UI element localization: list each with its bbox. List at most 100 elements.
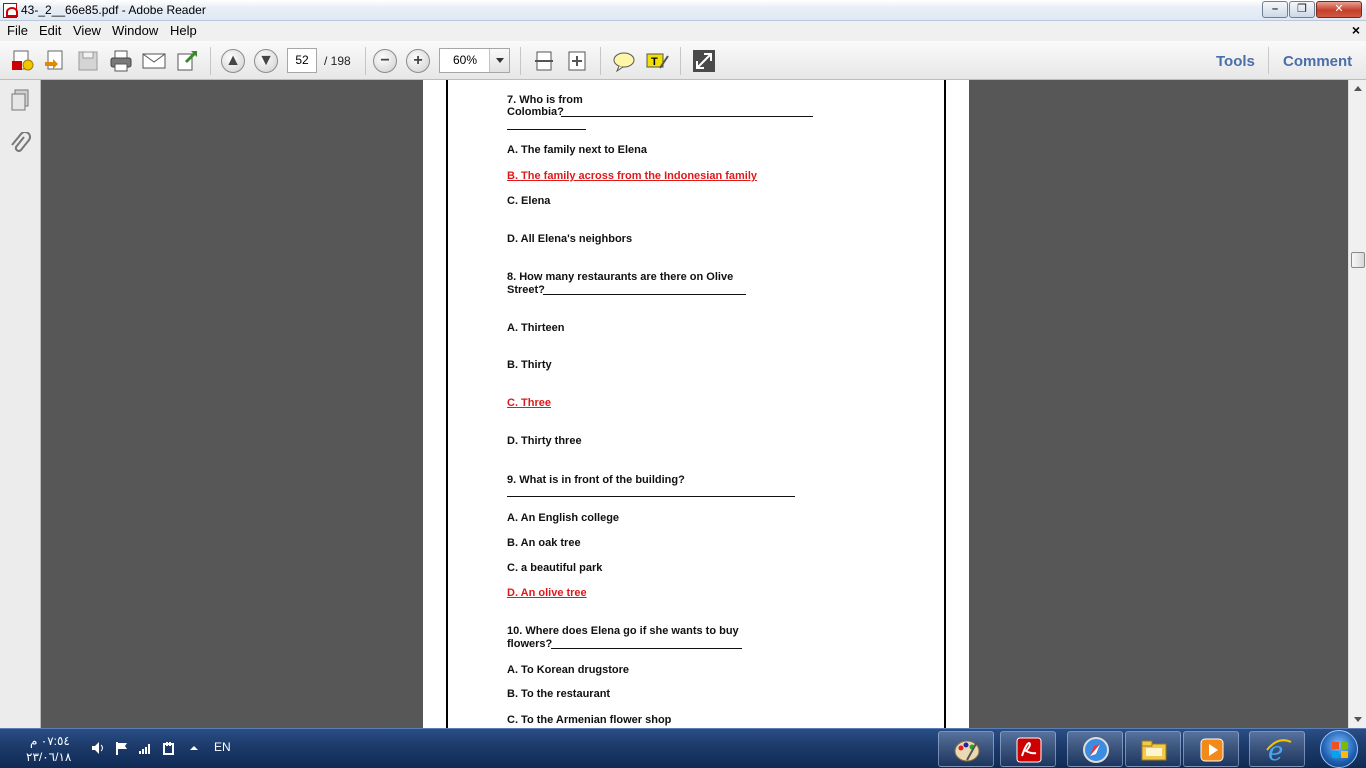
- print-icon[interactable]: [108, 48, 134, 74]
- q9-option-b: B. An oak tree: [507, 537, 581, 549]
- window-title: 43-_2__66e85.pdf - Adobe Reader: [21, 3, 206, 17]
- svg-text:T: T: [651, 56, 658, 68]
- answer-blank: [507, 496, 795, 497]
- maximize-button[interactable]: ❐: [1289, 1, 1315, 18]
- power-icon[interactable]: [162, 741, 176, 755]
- page-number-input[interactable]: 52: [287, 48, 317, 73]
- full-screen-icon[interactable]: [691, 48, 717, 74]
- taskbar-app-safari[interactable]: [1067, 731, 1123, 767]
- menu-file[interactable]: File: [7, 23, 28, 38]
- minimize-button[interactable]: –: [1262, 1, 1288, 18]
- taskbar-app-media-player[interactable]: [1183, 731, 1239, 767]
- taskbar-app-internet-explorer[interactable]: e: [1249, 731, 1305, 767]
- comment-pane-button[interactable]: Comment: [1283, 53, 1352, 70]
- edit-pdf-icon[interactable]: [42, 48, 68, 74]
- menu-help[interactable]: Help: [170, 23, 197, 38]
- zoom-in-icon[interactable]: +: [406, 49, 430, 73]
- menu-window[interactable]: Window: [112, 23, 158, 38]
- taskbar: ٠٧:٥٤ م ٢٣/٠٦/١٨ EN e: [0, 728, 1366, 768]
- adobe-reader-icon: [1016, 737, 1042, 763]
- q8-option-d: D. Thirty three: [507, 435, 582, 447]
- page-border: [944, 80, 946, 728]
- page-border: [446, 80, 448, 728]
- vertical-scrollbar[interactable]: [1348, 80, 1366, 728]
- network-signal-icon[interactable]: [138, 741, 152, 755]
- internet-explorer-icon: e: [1266, 737, 1292, 764]
- menu-view[interactable]: View: [73, 23, 101, 38]
- question-7-text-cont: Colombia?: [507, 106, 564, 118]
- prev-page-icon[interactable]: ▲: [221, 49, 245, 73]
- menu-bar: File Edit View Window Help ×: [0, 21, 1366, 41]
- toolbar-separator: [210, 47, 211, 75]
- taskbar-app-adobe-reader[interactable]: [1000, 731, 1056, 767]
- toolbar-separator: [365, 47, 366, 75]
- clock-time[interactable]: ٠٧:٥٤ م: [30, 734, 70, 748]
- windows-logo-icon: [1332, 742, 1348, 758]
- q10-option-c: C. To the Armenian flower shop: [507, 714, 672, 726]
- create-pdf-icon[interactable]: [9, 48, 35, 74]
- page-total: / 198: [324, 54, 351, 68]
- paint-icon: [954, 740, 980, 762]
- q9-option-d-correct: D. An olive tree: [507, 587, 587, 599]
- close-button[interactable]: ✕: [1316, 1, 1362, 18]
- taskbar-app-paint[interactable]: [938, 731, 994, 767]
- email-icon[interactable]: [141, 48, 167, 74]
- q8-option-a: A. Thirteen: [507, 322, 565, 334]
- question-9-text: 9. What is in front of the building?: [507, 474, 685, 486]
- q7-option-a: A. The family next to Elena: [507, 144, 647, 156]
- answer-blank: [543, 294, 746, 295]
- title-bar: 43-_2__66e85.pdf - Adobe Reader – ❐ ✕: [0, 0, 1366, 21]
- question-10-text-cont: flowers?: [507, 638, 553, 650]
- taskbar-app-file-explorer[interactable]: [1125, 731, 1181, 767]
- document-viewport[interactable]: 7. Who is from Colombia? A. The family n…: [41, 80, 1348, 728]
- pdf-page: 7. Who is from Colombia? A. The family n…: [423, 80, 969, 728]
- action-center-flag-icon[interactable]: [115, 741, 129, 755]
- q10-option-a: A. To Korean drugstore: [507, 664, 630, 676]
- scrollbar-thumb[interactable]: [1351, 252, 1365, 268]
- q7-option-d: D. All Elena's neighbors: [507, 233, 633, 245]
- zoom-out-icon[interactable]: −: [373, 49, 397, 73]
- attachments-icon[interactable]: [9, 131, 31, 156]
- menu-edit[interactable]: Edit: [39, 23, 61, 38]
- toolbar-separator: [520, 47, 521, 75]
- show-hidden-icons-icon[interactable]: [187, 741, 201, 755]
- language-indicator[interactable]: EN: [214, 740, 231, 754]
- chevron-down-icon[interactable]: [489, 49, 509, 72]
- q9-option-a: A. An English college: [507, 512, 620, 524]
- scroll-down-icon[interactable]: [1354, 717, 1362, 722]
- page-thumbnails-icon[interactable]: [9, 88, 31, 112]
- q7-option-b-correct: B. The family across from the Indonesian…: [507, 170, 758, 182]
- close-document-button[interactable]: ×: [1352, 22, 1360, 38]
- toolbar: ▲ ▼ − + T: [0, 41, 1366, 80]
- q7-option-c: C. Elena: [507, 195, 551, 207]
- export-icon[interactable]: [174, 48, 200, 74]
- highlight-icon[interactable]: T: [644, 48, 670, 74]
- question-8-text: 8. How many restaurants are there on Oli…: [507, 271, 734, 283]
- question-8-text-cont: Street?: [507, 284, 545, 296]
- navigation-pane: [0, 80, 41, 728]
- q10-option-b: B. To the restaurant: [507, 688, 611, 700]
- toolbar-separator: [680, 47, 681, 75]
- sticky-note-icon[interactable]: [611, 48, 637, 74]
- media-player-icon: [1200, 738, 1224, 762]
- tools-pane-button[interactable]: Tools: [1216, 53, 1255, 70]
- q8-option-b: B. Thirty: [507, 359, 552, 371]
- q9-option-c: C. a beautiful park: [507, 562, 603, 574]
- volume-icon[interactable]: [91, 741, 105, 755]
- scroll-up-icon[interactable]: [1354, 86, 1362, 91]
- zoom-value: 60%: [452, 53, 478, 67]
- file-explorer-icon: [1141, 740, 1167, 761]
- safari-icon: [1083, 737, 1109, 763]
- fit-width-icon[interactable]: [564, 48, 590, 74]
- start-button[interactable]: [1320, 730, 1358, 768]
- fit-page-icon[interactable]: [531, 48, 557, 74]
- zoom-select[interactable]: 60%: [439, 48, 510, 73]
- adobe-reader-icon: [3, 3, 18, 18]
- answer-blank: [507, 129, 586, 130]
- clock-date[interactable]: ٢٣/٠٦/١٨: [26, 750, 71, 764]
- toolbar-separator: [600, 47, 601, 75]
- next-page-icon[interactable]: ▼: [254, 49, 278, 73]
- answer-blank: [551, 648, 742, 649]
- q8-option-c-correct: C. Three: [507, 397, 552, 409]
- save-icon[interactable]: [75, 48, 101, 74]
